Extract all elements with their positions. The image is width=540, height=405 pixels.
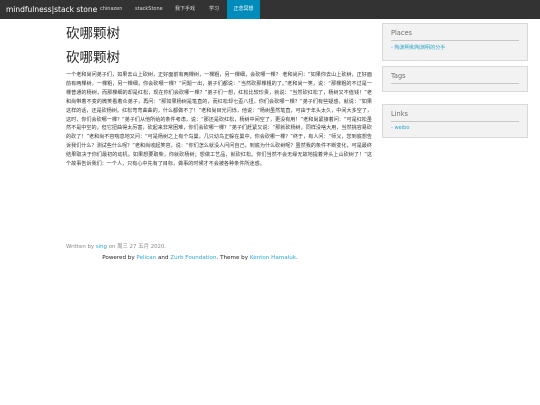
theme-author-link[interactable]: Kenton Hamaluk	[250, 255, 296, 261]
site-brand[interactable]: mindfulness|stack stone	[6, 0, 97, 19]
nav-item-stackstone[interactable]: stackStone	[135, 0, 163, 19]
author-link[interactable]: sing	[96, 244, 107, 250]
foundation-link[interactable]: Zurb Foundation	[170, 255, 216, 261]
nav-item-meditation[interactable]: 正念冥想	[227, 0, 260, 19]
footer-powered: Powered by	[102, 255, 135, 261]
places-title: Places	[391, 29, 412, 37]
article-heading: 砍哪颗树	[66, 50, 120, 66]
article-title[interactable]: 砍哪颗树	[66, 22, 120, 42]
footer-end: .	[295, 255, 298, 261]
post-date: 周三 27 五月 2020.	[117, 244, 167, 250]
links-panel: Links - weibo	[382, 104, 528, 138]
nav-item-hands-on[interactable]: 我下手戏	[175, 0, 195, 19]
places-divider	[391, 40, 519, 41]
top-navbar: mindfulness|stack stone chinazen stackSt…	[0, 0, 540, 19]
tags-panel: Tags	[382, 66, 528, 92]
pelican-link[interactable]: Pelican	[136, 255, 156, 261]
weibo-link[interactable]: - weibo	[391, 125, 410, 131]
tags-title: Tags	[391, 72, 406, 80]
links-title: Links	[391, 110, 408, 118]
places-link[interactable]: - 陶渊明和陶渊明的分手	[391, 44, 445, 51]
footer-and: and	[157, 255, 169, 261]
article-body: 一个老和尚问弟子们，如果去山上砍树，正好面前有两棵树，一棵粗，另一棵细，会砍哪一…	[66, 72, 372, 168]
nav-item-study[interactable]: 学习	[209, 0, 219, 19]
footer-theme: . Theme by	[216, 255, 249, 261]
meta-date-prefix: on	[108, 244, 116, 250]
meta-prefix: Written by	[66, 244, 95, 250]
nav-item-chinazen[interactable]: chinazen	[100, 0, 122, 19]
page-footer: Powered by Pelican and Zurb Foundation. …	[0, 255, 400, 261]
links-divider	[391, 121, 519, 122]
tags-divider	[391, 83, 519, 84]
article-meta: Written by sing on 周三 27 五月 2020.	[66, 242, 166, 250]
places-panel: Places - 陶渊明和陶渊明的分手	[382, 23, 528, 61]
